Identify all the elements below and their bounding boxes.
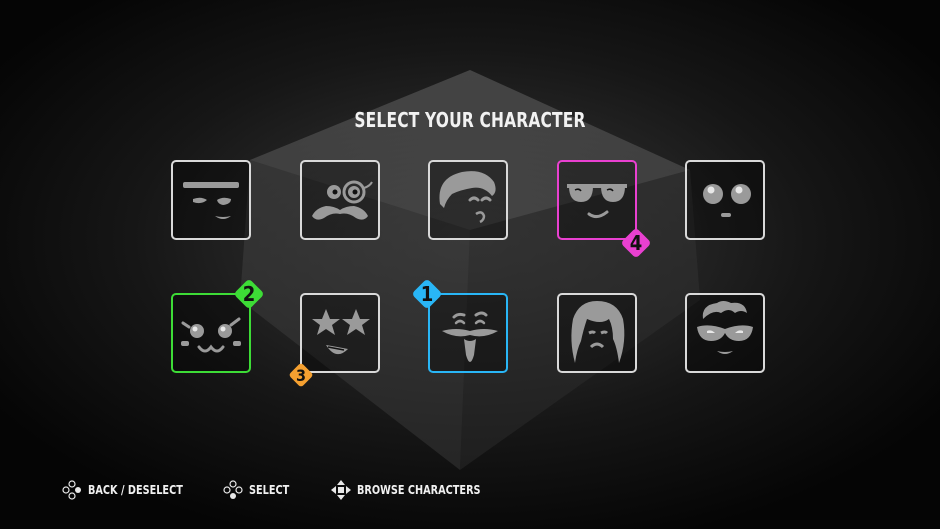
button-bottom-dpad-icon <box>223 480 243 499</box>
hint-select: SELECT <box>223 480 294 500</box>
player-1-badge: 1 <box>411 278 443 310</box>
character-card-wide-eyes[interactable] <box>685 160 765 240</box>
button-right-dpad-icon <box>62 480 81 500</box>
dpad-arrows-icon <box>331 480 351 500</box>
hint-select-label: SELECT <box>249 483 290 497</box>
character-card-quiff-glasses[interactable] <box>685 293 765 373</box>
character-card-unibrow[interactable] <box>171 160 251 240</box>
monocle-mustache-face-icon <box>312 180 373 220</box>
hint-back-deselect: BACK / DESELECT <box>62 480 193 500</box>
long-hair-face-icon <box>571 301 625 363</box>
sunglasses-face-icon <box>567 184 627 219</box>
screen-title: SELECT YOUR CHARACTER <box>354 108 586 132</box>
quiff-glasses-face-icon <box>697 301 753 354</box>
player-3-badge: 3 <box>288 362 314 388</box>
character-card-long-hair[interactable] <box>557 293 637 373</box>
background-stage <box>0 0 940 529</box>
hint-back-deselect-label: BACK / DESELECT <box>88 483 183 497</box>
hint-browse-characters-label: BROWSE CHARACTERS <box>357 483 481 497</box>
hint-browse-characters: BROWSE CHARACTERS <box>331 480 494 500</box>
player-3-number: 3 <box>295 366 306 385</box>
unibrow-squint-face-icon <box>183 182 239 219</box>
player-4-number: 4 <box>629 231 643 255</box>
character-card-star-eyes[interactable] <box>300 293 380 373</box>
wide-eyes-face-icon <box>703 184 751 217</box>
player-1-number: 1 <box>420 282 434 306</box>
player-4-badge: 4 <box>620 227 652 259</box>
character-card-monocle[interactable] <box>300 160 380 240</box>
player-2-badge: 2 <box>233 278 265 310</box>
star-eyes-face-icon <box>312 309 370 355</box>
swoop-hair-face-icon <box>439 171 496 224</box>
character-card-swoop-hair[interactable] <box>428 160 508 240</box>
player-2-number: 2 <box>242 282 256 306</box>
